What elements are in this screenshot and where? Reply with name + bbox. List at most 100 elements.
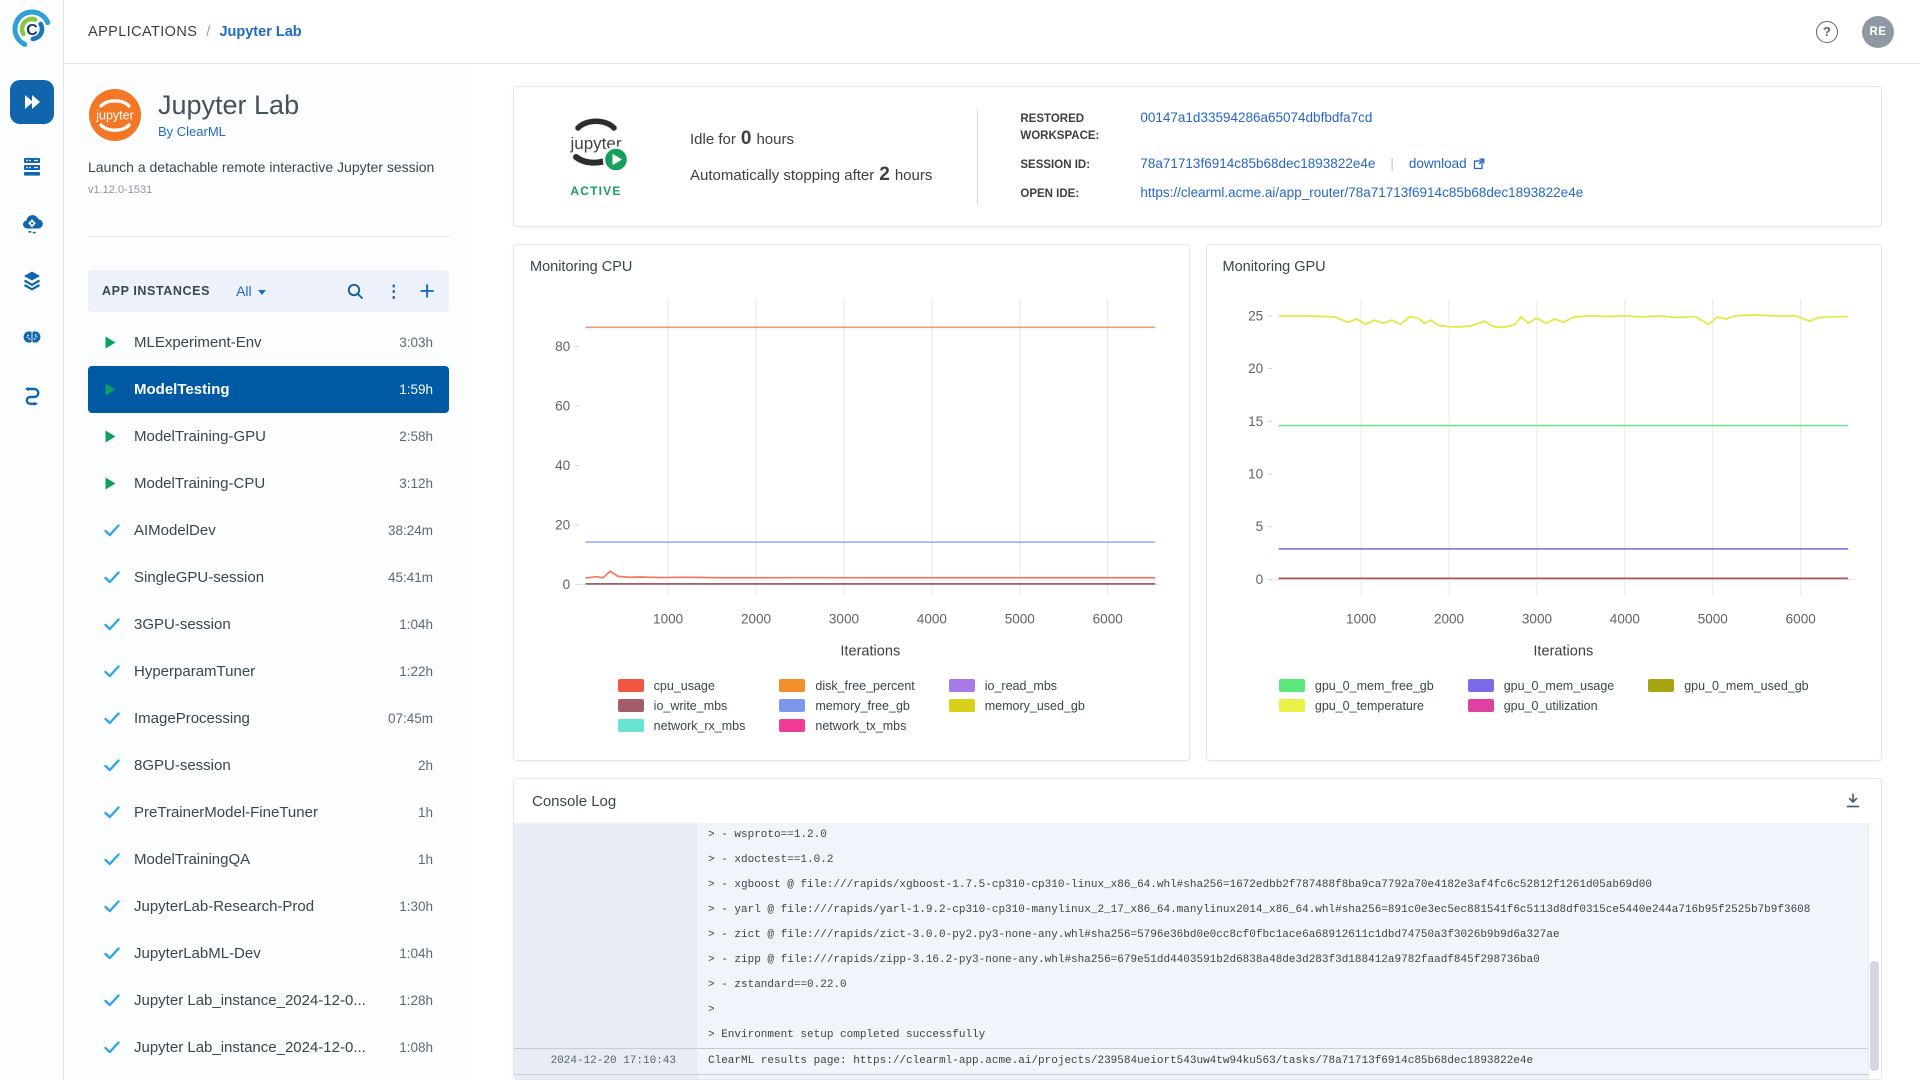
app-instance-row[interactable]: Jupyter Lab_instance_2024-12-0...1:28h	[88, 977, 449, 1024]
console-log-output[interactable]: > - wsproto==1.2.0> - xdoctest==1.0.2> -…	[514, 823, 1881, 1079]
instance-name: JupyterLabML-Dev	[134, 945, 261, 962]
log-timestamp	[514, 923, 698, 948]
app-instance-row[interactable]: AIModelDev38:24m	[88, 507, 449, 554]
download-workspace-link[interactable]: download	[1409, 156, 1485, 171]
svg-text:3000: 3000	[1521, 611, 1551, 626]
log-timestamp	[514, 823, 698, 848]
app-description: Launch a detachable remote interactive J…	[88, 159, 465, 175]
field-value-link[interactable]: 00147a1d33594286a65074dbfbdfa7cd	[1140, 110, 1372, 125]
idle-line: Idle for0hours	[690, 128, 937, 150]
app-instance-row[interactable]: MLExperiment-Env3:03h	[88, 319, 449, 366]
rail-item-pipelines[interactable]	[17, 379, 47, 409]
gpu-chart-plot[interactable]: 1000200030004000500060000510152025Iterat…	[1223, 277, 1866, 679]
rail-item-datasets[interactable]	[17, 265, 47, 295]
download-log-button[interactable]	[1843, 791, 1863, 811]
field-label: RESTORED WORKSPACE:	[1020, 110, 1140, 146]
legend-item[interactable]: cpu_usage	[618, 679, 746, 693]
autostop-line: Automatically stopping after2hours	[690, 164, 937, 186]
app-publisher-link[interactable]: By ClearML	[158, 124, 299, 139]
log-text: >	[698, 998, 1881, 1023]
log-timestamp	[514, 848, 698, 873]
legend-label: network_rx_mbs	[654, 719, 746, 733]
legend-item[interactable]: io_read_mbs	[949, 679, 1085, 693]
legend-item[interactable]: disk_free_percent	[779, 679, 914, 693]
app-instance-row[interactable]: ModelTesting1:59h	[88, 366, 449, 413]
legend-swatch	[779, 679, 805, 692]
app-instance-row[interactable]: ModelTrainingQA1h	[88, 836, 449, 883]
log-timestamp	[514, 948, 698, 973]
instance-duration: 3:12h	[391, 476, 433, 491]
log-scrollbar-thumb[interactable]	[1870, 961, 1879, 1071]
clearml-logo[interactable]: C	[10, 7, 54, 56]
rail-item-cloud-autoscaler[interactable]	[17, 208, 47, 238]
legend-item[interactable]: memory_free_gb	[779, 699, 914, 713]
status-card-divider	[977, 109, 978, 205]
gpu-chart-card: Monitoring GPU 1000200030004000500060000…	[1206, 244, 1883, 761]
instance-duration: 1:04h	[391, 946, 433, 961]
legend-item[interactable]: gpu_0_mem_used_gb	[1648, 679, 1808, 693]
app-instance-row[interactable]: ModelTraining-GPU2:58h	[88, 413, 449, 460]
legend-swatch	[618, 719, 644, 732]
field-separator: |	[1390, 156, 1394, 171]
log-scrollbar[interactable]	[1868, 823, 1881, 1079]
legend-swatch	[618, 679, 644, 692]
legend-swatch	[949, 679, 975, 692]
instance-name: JupyterLab-Research-Prod	[134, 898, 314, 915]
app-instance-row[interactable]: 3GPU-session1:04h	[88, 601, 449, 648]
legend-label: disk_free_percent	[815, 679, 914, 693]
app-instance-row[interactable]: PreTrainerModel-FineTuner1h	[88, 789, 449, 836]
legend-item[interactable]: io_write_mbs	[618, 699, 746, 713]
models-icon	[20, 325, 44, 349]
app-instance-row[interactable]: JupyterLabML-Dev 1:04h	[88, 930, 449, 977]
legend-item[interactable]: gpu_0_mem_free_gb	[1279, 679, 1434, 693]
status-badge: ACTIVE	[544, 184, 648, 198]
app-instance-row[interactable]: JupyterLab-Research-Prod1:30h	[88, 883, 449, 930]
svg-text:0: 0	[563, 577, 571, 592]
instance-duration: 1:28h	[391, 993, 433, 1008]
legend-item[interactable]: memory_used_gb	[949, 699, 1085, 713]
app-instance-row[interactable]: ImageProcessing07:45m	[88, 695, 449, 742]
legend-item[interactable]: network_tx_mbs	[779, 719, 914, 733]
app-instance-row[interactable]: HyperparamTuner1:22h	[88, 648, 449, 695]
session-timing-info: Idle for0hours Automatically stopping af…	[690, 128, 937, 186]
jupyter-session-logo: jupyter	[552, 115, 640, 175]
cpu-chart-plot[interactable]: 100020003000400050006000020406080Iterati…	[530, 277, 1173, 679]
legend-item[interactable]: gpu_0_utilization	[1468, 699, 1615, 713]
breadcrumb-jupyter-lab[interactable]: Jupyter Lab	[219, 24, 301, 40]
add-instance-button[interactable]: +	[419, 279, 435, 303]
help-icon[interactable]: ?	[1816, 21, 1838, 43]
avatar[interactable]: RE	[1862, 16, 1894, 48]
instance-name: ModelTraining-GPU	[134, 428, 266, 445]
status-completed-icon	[104, 853, 120, 866]
field-value-link[interactable]: 78a71713f6914c85b68dec1893822e4e	[1140, 156, 1375, 171]
svg-text:2000: 2000	[1433, 611, 1463, 626]
instance-duration: 45:41m	[380, 570, 433, 585]
app-instance-row[interactable]: Jupyter Lab_instance_2024-12-0...1:08h	[88, 1024, 449, 1071]
more-menu-button[interactable]: ⋮	[385, 283, 402, 300]
log-text: > - yarl @ file:///rapids/yarl-1.9.2-cp3…	[698, 898, 1881, 923]
app-instances-header: APP INSTANCES All ⋮ +	[88, 270, 449, 312]
rail-item-models[interactable]	[17, 322, 47, 352]
app-instance-row[interactable]: ModelTraining-CPU3:12h	[88, 460, 449, 507]
legend-label: memory_free_gb	[815, 699, 910, 713]
rail-item-workers-queues[interactable]	[17, 151, 47, 181]
instance-duration: 07:45m	[380, 711, 433, 726]
legend-item[interactable]: gpu_0_temperature	[1279, 699, 1434, 713]
rail-item-applications[interactable]	[10, 80, 54, 124]
status-completed-icon	[104, 618, 120, 631]
field-value-link[interactable]: https://clearml.acme.ai/app_router/78a71…	[1140, 185, 1583, 200]
breadcrumb-applications[interactable]: APPLICATIONS	[88, 24, 197, 40]
legend-label: io_write_mbs	[654, 699, 728, 713]
console-log-line: > - yarl @ file:///rapids/yarl-1.9.2-cp3…	[514, 898, 1881, 923]
legend-item[interactable]: gpu_0_mem_usage	[1468, 679, 1615, 693]
search-button[interactable]	[346, 282, 365, 301]
legend-item[interactable]: network_rx_mbs	[618, 719, 746, 733]
console-log-title: Console Log	[532, 793, 616, 810]
app-instance-row[interactable]: 8GPU-session2h	[88, 742, 449, 789]
instance-duration: 1h	[410, 805, 433, 820]
app-instance-row[interactable]: SingleGPU-session45:41m	[88, 554, 449, 601]
status-completed-icon	[104, 571, 120, 584]
instances-filter-dropdown[interactable]: All	[236, 283, 266, 299]
status-completed-icon	[104, 1041, 120, 1054]
instance-name: AIModelDev	[134, 522, 216, 539]
